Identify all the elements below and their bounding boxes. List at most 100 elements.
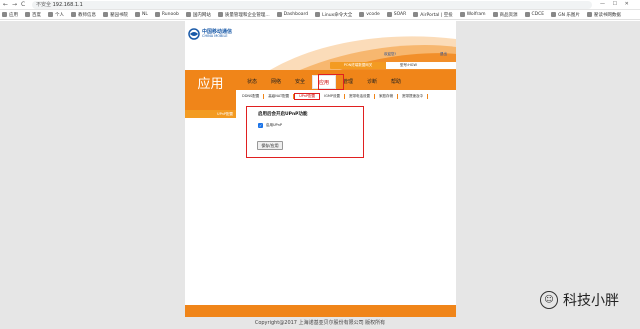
bookmark-label: 质量管理和企业管理... <box>224 12 270 18</box>
content-title: 启用后会开启UPnP功能 <box>258 112 308 117</box>
bookmark-icon <box>71 12 76 17</box>
menu-tab[interactable]: 诊断 <box>360 75 384 89</box>
bookmark-icon <box>459 12 465 17</box>
bookmark-item[interactable]: 应用 <box>2 12 18 18</box>
wechat-icon: ☺ <box>540 291 558 309</box>
submenu-item[interactable]: 宽带电话设置 <box>345 93 375 99</box>
security-label: 不安全 <box>36 2 52 8</box>
bookmark-label: 教师信息 <box>78 12 96 18</box>
bookmark-label: NL <box>142 12 148 17</box>
menu-tab[interactable]: 帮助 <box>384 75 408 89</box>
bookmark-icon <box>48 12 53 17</box>
china-mobile-icon <box>188 28 200 40</box>
bookmark-label: 翟园书院 <box>110 12 128 18</box>
submenu-item[interactable]: 高级NAT配置 <box>264 93 295 99</box>
submenu-item[interactable]: 家庭存储 <box>375 93 398 99</box>
bookmark-icon <box>135 12 140 17</box>
bookmark-icon <box>185 12 191 17</box>
bookmark-label: GN 乐图片 <box>558 12 580 18</box>
bookmark-item[interactable]: SOAR <box>386 12 407 17</box>
bookmark-icon <box>276 12 282 17</box>
bookmark-item[interactable]: 翟读书网数据 <box>586 12 621 18</box>
bookmark-item[interactable]: Wolfram <box>459 12 486 17</box>
reload-icon[interactable]: C <box>21 1 25 8</box>
bookmark-label: Dashboard <box>283 12 309 17</box>
bookmark-icon <box>586 12 592 17</box>
bookmark-icon <box>492 12 498 17</box>
bookmark-label: Linux命令大全 <box>322 12 353 18</box>
bookmark-label: AirPortal | 空投 <box>420 12 453 18</box>
menu-highlight-box <box>318 74 344 90</box>
submenu: DDNS配置 高级NAT配置 UPnP配置 IGMP设置 宽带电话设置 家庭存储 宽带提速及… <box>238 92 428 100</box>
pon-label: PON终端数据网关 <box>330 62 386 69</box>
forward-icon[interactable]: → <box>12 1 17 8</box>
bookmark-item[interactable]: vcode <box>359 12 380 17</box>
logo-subtext: CHINA MOBILE <box>202 34 228 38</box>
submenu-item[interactable]: DDNS配置 <box>238 93 265 99</box>
china-mobile-logo: 中国移动通信 CHINA MOBILE <box>188 27 248 45</box>
bookmark-item[interactable]: 百度 <box>25 12 41 18</box>
bookmark-icon <box>315 12 321 17</box>
bookmark-icon <box>551 12 557 17</box>
window-controls[interactable]: — ☐ ✕ <box>600 1 632 7</box>
upnp-checkbox-row: ✓ 启用UPnP <box>258 123 282 128</box>
bookmark-icon <box>413 12 419 17</box>
save-apply-button[interactable]: 保存/应用 <box>257 141 283 150</box>
bookmark-item[interactable]: Linux命令大全 <box>315 12 352 18</box>
welcome-text: 欢迎您! <box>384 52 396 56</box>
bookmarks-bar: 应用 百度 个人 教师信息 翟园书院 NL Runoob 国内网站 质量管理和企业管理... Da… <box>0 10 640 20</box>
bookmark-item[interactable]: 翟园书院 <box>103 12 128 18</box>
submenu-item[interactable]: IGMP设置 <box>320 93 345 99</box>
address-bar-row: ← → C 不安全 192.168.1.1 — ☐ ✕ <box>0 0 640 10</box>
bookmark-icon <box>25 12 30 17</box>
url-text: 192.168.1.1 <box>52 2 83 8</box>
bookmark-label: Runoob <box>161 12 179 17</box>
bookmark-icon <box>359 12 365 17</box>
bookmark-label: 国内网站 <box>192 12 211 18</box>
bookmark-icon <box>386 12 392 17</box>
watermark-text: 科技小胖 <box>563 293 619 309</box>
bookmark-icon <box>2 12 7 17</box>
section-title: 应用 <box>185 70 236 100</box>
bookmark-label: 个人 <box>55 12 64 18</box>
bookmark-item[interactable]: 质量管理和企业管理... <box>217 12 270 18</box>
bookmark-label: 百度 <box>32 12 41 18</box>
menu-tab[interactable]: 状态 <box>240 75 264 89</box>
bookmark-item[interactable]: Runoob <box>154 12 179 17</box>
footer-copyright: Copyright@2017 上海诺基亚贝尔股份有限公司 版权所有 <box>0 317 640 329</box>
watermark: ☺ 科技小胖 <box>540 290 619 310</box>
bookmark-label: Wolfram <box>466 12 486 17</box>
menu-tab[interactable]: 安全 <box>288 75 312 89</box>
menu-tab[interactable]: 网络 <box>264 75 288 89</box>
bookmark-label: vcode <box>366 12 380 17</box>
bookmark-item[interactable]: 教师信息 <box>71 12 96 18</box>
model-label: 型号:HGW <box>386 62 456 69</box>
bookmark-label: CDCE <box>531 12 545 17</box>
bookmark-item[interactable]: 商品资源 <box>492 12 518 18</box>
bookmark-item[interactable]: 国内网站 <box>185 12 211 18</box>
bookmark-item[interactable]: GN 乐图片 <box>551 12 580 18</box>
submenu-item[interactable]: 宽带提速及中 <box>398 93 428 99</box>
bookmark-icon <box>103 12 108 17</box>
logout-link[interactable]: 退出 <box>440 52 447 57</box>
sidebar-item-upnp[interactable]: UPnP配置 <box>185 110 236 118</box>
bottom-bar <box>185 305 456 317</box>
bookmark-item[interactable]: NL <box>135 12 148 17</box>
bookmark-label: SOAR <box>393 12 407 17</box>
upnp-checkbox[interactable]: ✓ <box>258 123 263 128</box>
bookmark-item[interactable]: CDCE <box>524 12 545 17</box>
bookmark-icon <box>524 12 530 17</box>
bookmark-label: 翟读书网数据 <box>593 12 621 18</box>
upnp-checkbox-label: 启用UPnP <box>266 123 282 127</box>
bookmark-label: 应用 <box>9 12 18 18</box>
submenu-item[interactable]: UPnP配置 <box>294 92 321 100</box>
bookmark-item[interactable]: 个人 <box>48 12 64 18</box>
back-icon[interactable]: ← <box>3 1 8 8</box>
bookmark-label: 商品资源 <box>499 12 518 18</box>
bookmark-icon <box>154 12 160 17</box>
bookmark-item[interactable]: AirPortal | 空投 <box>413 12 453 18</box>
sidebar-background <box>185 118 236 305</box>
bookmark-icon <box>217 12 223 17</box>
bookmark-item[interactable]: Dashboard <box>276 12 309 17</box>
url-input[interactable]: 不安全 192.168.1.1 <box>32 1 592 9</box>
